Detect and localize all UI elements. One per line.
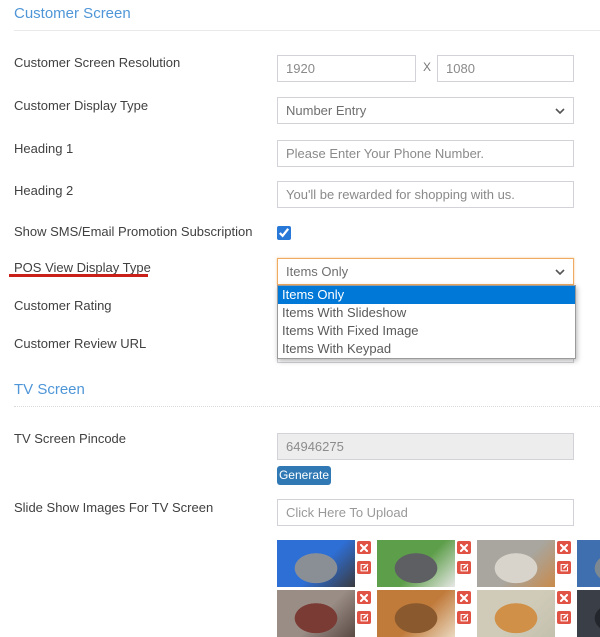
edit-pencil-square-icon bbox=[560, 563, 568, 572]
dropdown-option[interactable]: Items Only bbox=[278, 286, 575, 304]
x-icon bbox=[560, 593, 568, 602]
x-icon bbox=[360, 543, 368, 552]
label-heading-1: Heading 1 bbox=[14, 141, 74, 156]
annotation-underline bbox=[9, 274, 148, 277]
thumbnail-actions bbox=[457, 540, 471, 587]
thumbnail-actions bbox=[357, 540, 371, 587]
label-pos-view-display-type: POS View Display Type bbox=[14, 260, 151, 275]
customer-display-type-value: Number Entry bbox=[286, 103, 367, 118]
delete-image-button[interactable] bbox=[457, 591, 471, 604]
slideshow-thumbnail-dark-fluffy-cat-on-grass bbox=[377, 540, 471, 587]
section-title-tv-screen: TV Screen bbox=[14, 381, 85, 398]
slideshow-thumbnail-row bbox=[277, 590, 600, 637]
label-sms-email-promotion: Show SMS/Email Promotion Subscription bbox=[14, 224, 253, 239]
slideshow-thumbnail-british-shorthair-blue-bg bbox=[577, 540, 600, 587]
edit-image-button[interactable] bbox=[357, 561, 371, 574]
x-icon bbox=[460, 593, 468, 602]
edit-image-button[interactable] bbox=[557, 611, 571, 624]
slideshow-image bbox=[277, 590, 355, 637]
slideshow-image bbox=[277, 540, 355, 587]
slideshow-image bbox=[477, 540, 555, 587]
edit-image-button[interactable] bbox=[457, 561, 471, 574]
x-icon bbox=[360, 593, 368, 602]
slideshow-image bbox=[577, 590, 600, 637]
slideshow-thumbnail-row bbox=[277, 540, 600, 587]
edit-pencil-square-icon bbox=[460, 613, 468, 622]
chevron-down-icon bbox=[555, 107, 565, 114]
section-divider bbox=[14, 30, 600, 31]
slideshow-thumbnail-cat-indoor-red-curtain bbox=[277, 590, 371, 637]
label-tv-screen-pincode: TV Screen Pincode bbox=[14, 431, 127, 446]
slideshow-thumbnail-gray-cat-on-blue-blanket bbox=[277, 540, 371, 587]
edit-pencil-square-icon bbox=[360, 563, 368, 572]
label-customer-rating: Customer Rating bbox=[14, 298, 112, 313]
label-customer-display-type: Customer Display Type bbox=[14, 98, 149, 113]
slideshow-thumbnail-dark-partial-photo bbox=[577, 590, 600, 637]
delete-image-button[interactable] bbox=[557, 541, 571, 554]
label-heading-2: Heading 2 bbox=[14, 183, 74, 198]
edit-pencil-square-icon bbox=[360, 613, 368, 622]
customer-display-type-select[interactable]: Number Entry bbox=[277, 97, 574, 124]
settings-page: { "colors": { "section_title": "#4f96d8"… bbox=[0, 0, 600, 637]
delete-image-button[interactable] bbox=[357, 541, 371, 554]
edit-image-button[interactable] bbox=[557, 561, 571, 574]
edit-pencil-square-icon bbox=[560, 613, 568, 622]
slideshow-thumbnail-calico-cat-on-gravel bbox=[477, 540, 571, 587]
resolution-height-input[interactable]: 1080 bbox=[437, 55, 574, 82]
edit-pencil-square-icon bbox=[460, 563, 468, 572]
slideshow-upload-input[interactable]: Click Here To Upload bbox=[277, 499, 574, 526]
slideshow-image bbox=[577, 540, 600, 587]
x-icon bbox=[460, 543, 468, 552]
dropdown-option[interactable]: Items With Keypad bbox=[278, 340, 575, 358]
heading-2-input[interactable]: You'll be rewarded for shopping with us. bbox=[277, 181, 574, 208]
thumbnail-actions bbox=[357, 590, 371, 637]
delete-image-button[interactable] bbox=[457, 541, 471, 554]
thumbnail-actions bbox=[457, 590, 471, 637]
label-slideshow-images: Slide Show Images For TV Screen bbox=[14, 500, 214, 515]
label-customer-screen-resolution: Customer Screen Resolution bbox=[14, 55, 181, 70]
slideshow-thumbnail-orange-cat-lying-beige bbox=[477, 590, 571, 637]
dropdown-option[interactable]: Items With Slideshow bbox=[278, 304, 575, 322]
slideshow-thumbnail-orange-cat-on-table bbox=[377, 590, 471, 637]
slideshow-image bbox=[377, 590, 455, 637]
delete-image-button[interactable] bbox=[357, 591, 371, 604]
thumbnail-actions bbox=[557, 540, 571, 587]
generate-button[interactable]: Generate bbox=[277, 466, 331, 485]
pos-view-display-type-value: Items Only bbox=[286, 264, 349, 279]
label-customer-review-url: Customer Review URL bbox=[14, 336, 147, 351]
chevron-down-icon bbox=[555, 268, 565, 275]
tv-screen-pincode-input: 64946275 bbox=[277, 433, 574, 460]
resolution-separator: X bbox=[423, 60, 432, 74]
sms-email-promotion-checkbox[interactable] bbox=[277, 226, 291, 240]
pos-view-dropdown-list: Items Only Items With Slideshow Items With… bbox=[277, 285, 576, 359]
slideshow-image bbox=[477, 590, 555, 637]
section-title-customer-screen: Customer Screen bbox=[14, 5, 131, 22]
resolution-width-input[interactable]: 1920 bbox=[277, 55, 416, 82]
thumbnail-actions bbox=[557, 590, 571, 637]
delete-image-button[interactable] bbox=[557, 591, 571, 604]
edit-image-button[interactable] bbox=[457, 611, 471, 624]
x-icon bbox=[560, 543, 568, 552]
pos-view-display-type-select[interactable]: Items Only bbox=[277, 258, 574, 285]
section-divider bbox=[14, 406, 600, 407]
edit-image-button[interactable] bbox=[357, 611, 371, 624]
dropdown-option[interactable]: Items With Fixed Image bbox=[278, 322, 575, 340]
slideshow-image bbox=[377, 540, 455, 587]
heading-1-input[interactable]: Please Enter Your Phone Number. bbox=[277, 140, 574, 167]
resolution-fields: 1920 X 1080 bbox=[277, 55, 574, 82]
